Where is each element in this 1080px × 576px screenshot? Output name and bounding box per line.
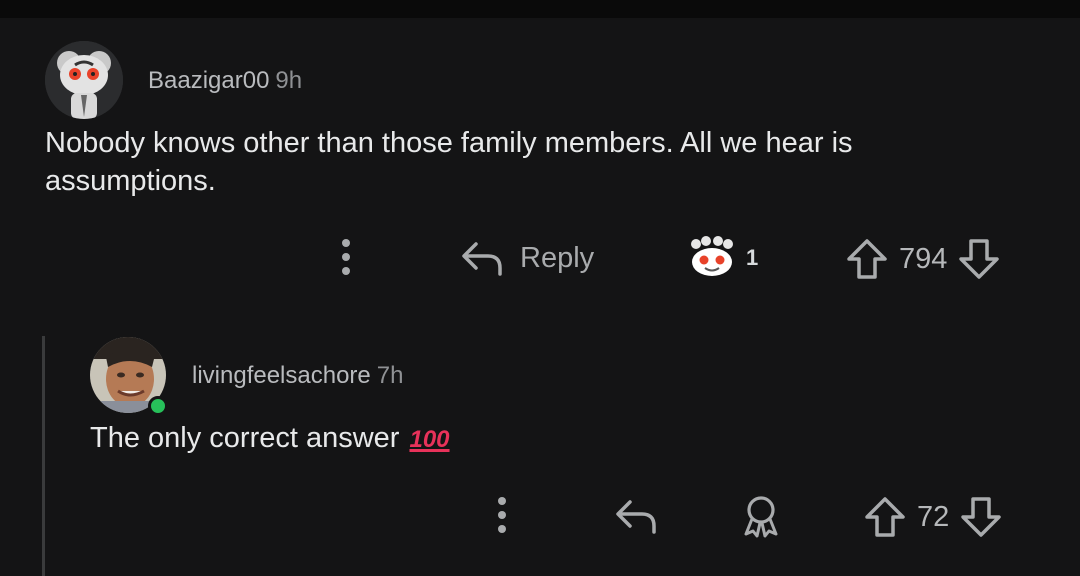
comment-2: livingfeelsachore 7h The only correct ans…	[0, 0, 1080, 576]
comment-text: The only correct answer	[90, 422, 400, 454]
comment-meta: livingfeelsachore 7h	[192, 362, 403, 390]
comment-text-row: The only correct answer 100	[90, 419, 990, 459]
downvote-icon[interactable]	[959, 496, 1003, 538]
award-button[interactable]	[738, 494, 784, 538]
more-options-button[interactable]	[491, 495, 513, 535]
hundred-points-emoji: 100	[409, 426, 450, 453]
timestamp: 7h	[376, 362, 404, 389]
vertical-dots-icon	[498, 497, 506, 533]
vote-count: 72	[917, 500, 950, 533]
upvote-icon[interactable]	[863, 496, 907, 538]
reply-button[interactable]	[614, 496, 658, 536]
award-ribbon-icon	[744, 496, 778, 538]
reply-arrow-icon	[616, 500, 656, 534]
vote-controls: 72	[863, 496, 1003, 538]
online-status-indicator	[148, 396, 168, 416]
username[interactable]: livingfeelsachore	[192, 362, 371, 389]
